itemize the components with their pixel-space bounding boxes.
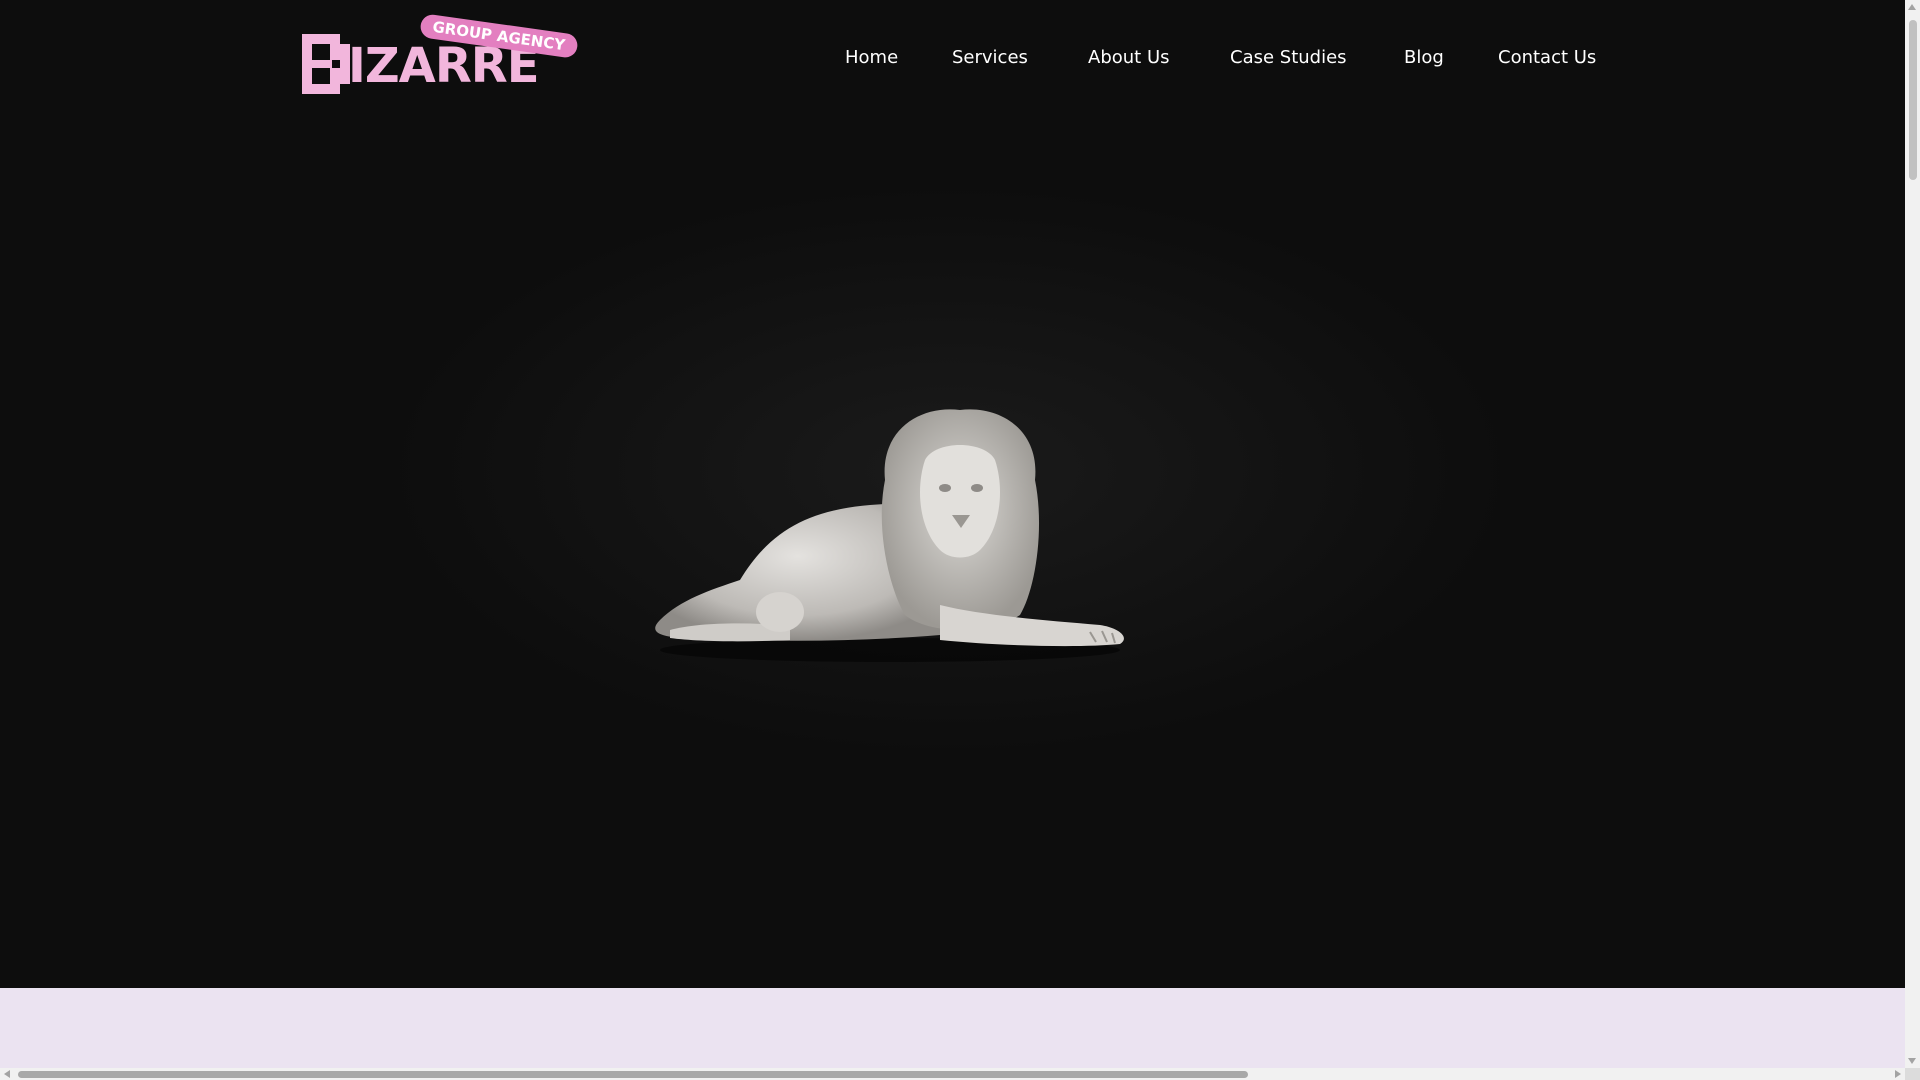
nav-services[interactable]: Services: [952, 46, 1028, 70]
scroll-left-arrow-icon[interactable]: [4, 1070, 10, 1078]
vertical-scroll-thumb[interactable]: [1909, 20, 1917, 180]
lion-statue-icon: [655, 409, 1124, 662]
nav-about-us[interactable]: About Us: [1088, 46, 1170, 70]
page: IZARRE GROUP AGENCY Home Services About …: [0, 0, 1920, 1080]
nav-blog[interactable]: Blog: [1404, 46, 1444, 70]
vertical-scrollbar[interactable]: [1905, 0, 1920, 1068]
scroll-up-arrow-icon[interactable]: [1908, 4, 1916, 10]
hero-section: IZARRE GROUP AGENCY Home Services About …: [0, 0, 1905, 988]
nav-contact-us[interactable]: Contact Us: [1498, 46, 1596, 70]
logo-b-mark-icon: [302, 34, 350, 94]
brand-logo[interactable]: IZARRE GROUP AGENCY: [300, 13, 579, 95]
nav-home[interactable]: Home: [845, 46, 898, 70]
site-header: IZARRE GROUP AGENCY Home Services About …: [0, 0, 1905, 120]
horizontal-scroll-thumb[interactable]: [18, 1071, 1248, 1078]
scroll-right-arrow-icon[interactable]: [1895, 1070, 1901, 1078]
lion-statue-image: [640, 400, 1150, 670]
next-section-band: [0, 988, 1905, 1068]
horizontal-scrollbar[interactable]: [0, 1068, 1905, 1080]
nav-case-studies[interactable]: Case Studies: [1230, 46, 1347, 70]
scrollbar-corner: [1905, 1068, 1920, 1080]
scroll-down-arrow-icon[interactable]: [1908, 1058, 1916, 1064]
